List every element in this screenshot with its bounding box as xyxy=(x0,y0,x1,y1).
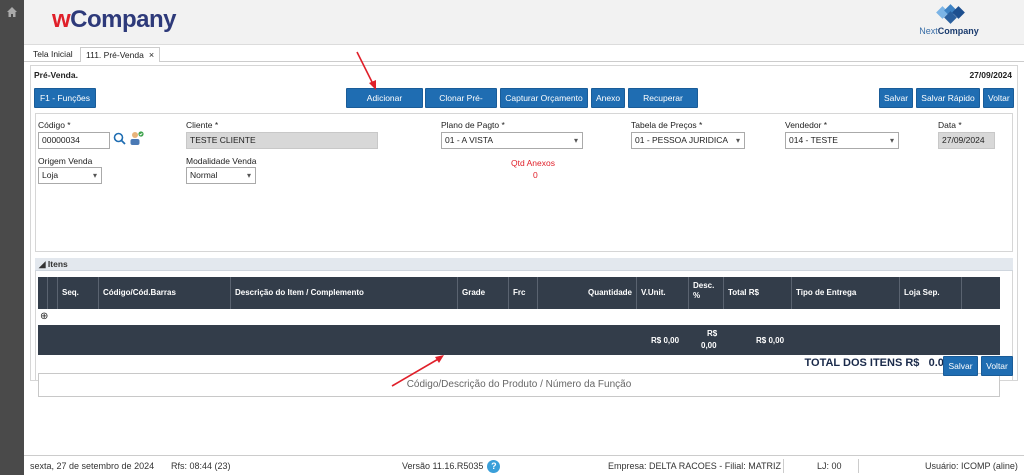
page-title: Pré-Venda. xyxy=(34,70,78,80)
home-icon[interactable] xyxy=(6,6,18,18)
codigo-field[interactable]: 00000034 xyxy=(38,132,110,149)
status-rfs: Rfs: 08:44 (23) xyxy=(171,461,231,471)
attachment-button[interactable]: Anexo xyxy=(591,88,625,108)
add-product-button[interactable]: Adicionar Produto xyxy=(346,88,423,121)
col-codigo[interactable]: Código/Cód.Barras xyxy=(99,277,231,309)
tab-pre-venda[interactable]: 111. Pré-Venda × xyxy=(80,47,161,62)
col-blank-3 xyxy=(962,277,1000,309)
plano-pagto-label: Plano de Pagto * xyxy=(441,120,505,130)
capture-quote-button[interactable]: Capturar Orçamento xyxy=(500,88,588,108)
nextcompany-logo-icon xyxy=(936,4,965,24)
customer-icon[interactable] xyxy=(128,130,144,148)
vendedor-label: Vendedor * xyxy=(785,120,828,130)
tabela-precos-select[interactable]: 01 - PESSOA JURIDICA xyxy=(631,132,745,149)
qtd-anexos-value: 0 xyxy=(533,170,538,180)
col-descricao[interactable]: Descrição do Item / Complemento xyxy=(231,277,458,309)
origem-venda-label: Origem Venda xyxy=(38,156,93,166)
footer-vunit: R$ 0,00 xyxy=(651,336,680,345)
save-button[interactable]: Salvar xyxy=(879,88,913,108)
plano-pagto-select[interactable]: 01 - A VISTA xyxy=(441,132,583,149)
bottom-save-button[interactable]: Salvar xyxy=(943,356,978,376)
status-usuario: Usuário: ICOMP (aline) xyxy=(925,461,1018,471)
status-separator xyxy=(783,459,784,473)
add-row-icon[interactable]: ⊕ xyxy=(40,311,48,322)
tab-bar: Tela Inicial 111. Pré-Venda × xyxy=(24,45,1024,62)
col-vunit[interactable]: V.Unit. xyxy=(637,277,689,309)
col-blank-1 xyxy=(38,277,48,309)
origem-venda-select[interactable]: Loja xyxy=(38,167,102,184)
qtd-anexos-label: Qtd Anexos xyxy=(511,158,555,168)
items-table-footer: R$ 0,00 R$ 0,00 R$ 0,00 xyxy=(38,325,1000,355)
total-itens: TOTAL DOS ITENS R$ 0.00 xyxy=(804,357,951,369)
col-total[interactable]: Total R$ xyxy=(724,277,792,309)
modalidade-venda-select[interactable]: Normal xyxy=(186,167,256,184)
product-search-input[interactable]: Código/Descrição do Produto / Número da … xyxy=(38,373,1000,397)
app-header: wCompany NextCompany xyxy=(24,0,1024,45)
col-quantidade[interactable]: Quantidade xyxy=(538,277,637,309)
col-seq[interactable]: Seq. xyxy=(58,277,99,309)
tabela-precos-label: Tabela de Preços * xyxy=(631,120,703,130)
status-empresa: Empresa: DELTA RACOES - Filial: MATRIZ xyxy=(608,461,782,471)
collapse-icon[interactable]: ◢ xyxy=(39,259,48,269)
status-date: sexta, 27 de setembro de 2024 xyxy=(30,461,155,471)
items-table-header: Seq. Código/Cód.Barras Descrição do Item… xyxy=(38,277,1000,309)
status-lj: LJ: 00 xyxy=(817,461,842,471)
status-bar: sexta, 27 de setembro de 2024 Rfs: 08:44… xyxy=(24,455,1024,475)
col-desc[interactable]: Desc. % xyxy=(689,277,724,309)
codigo-label: Código * xyxy=(38,120,71,130)
help-icon[interactable]: ? xyxy=(487,460,501,474)
back-button[interactable]: Voltar xyxy=(983,88,1014,108)
quick-save-button[interactable]: Salvar Rápido xyxy=(916,88,980,108)
left-sidebar xyxy=(0,0,24,475)
data-label: Data * xyxy=(938,120,962,130)
f1-functions-button[interactable]: F1 - Funções xyxy=(34,88,96,108)
pre-venda-form: Código * 00000034 Cliente * TESTE CLIENT… xyxy=(35,113,1013,252)
col-grade[interactable]: Grade xyxy=(458,277,509,309)
status-version: Versão 11.16.R5035? xyxy=(402,456,501,475)
cliente-field: TESTE CLIENTE xyxy=(186,132,378,149)
modalidade-venda-label: Modalidade Venda xyxy=(186,156,257,166)
col-loja-sep[interactable]: Loja Sep. xyxy=(900,277,962,309)
recover-items-button[interactable]: Recuperar Itens xyxy=(628,88,698,121)
search-icon[interactable] xyxy=(113,132,126,147)
clone-pre-venda-button[interactable]: Clonar Pré-Venda xyxy=(425,88,497,121)
footer-desc-currency: R$ xyxy=(707,329,718,338)
itens-section: Seq. Código/Cód.Barras Descrição do Item… xyxy=(35,271,1013,397)
footer-desc-value: 0,00 xyxy=(701,341,717,350)
close-tab-icon[interactable]: × xyxy=(149,50,154,60)
pre-venda-panel: Pré-Venda. 27/09/2024 F1 - Funções Adici… xyxy=(30,65,1018,397)
col-tipo-entrega[interactable]: Tipo de Entrega xyxy=(792,277,900,309)
footer-total: R$ 0,00 xyxy=(756,336,785,345)
tab-tela-inicial[interactable]: Tela Inicial xyxy=(28,47,78,62)
vendedor-select[interactable]: 014 - TESTE xyxy=(785,132,899,149)
col-blank-2 xyxy=(48,277,58,309)
wcompany-logo: wCompany xyxy=(52,6,177,33)
nextcompany-logo: NextCompany xyxy=(914,4,984,38)
status-separator xyxy=(858,459,859,473)
cliente-label: Cliente * xyxy=(186,120,219,130)
itens-section-header[interactable]: ◢ Itens xyxy=(35,258,1013,271)
page-date: 27/09/2024 xyxy=(969,70,1012,80)
data-field: 27/09/2024 xyxy=(938,132,995,149)
col-frc[interactable]: Frc xyxy=(509,277,538,309)
bottom-back-button[interactable]: Voltar xyxy=(981,356,1013,376)
